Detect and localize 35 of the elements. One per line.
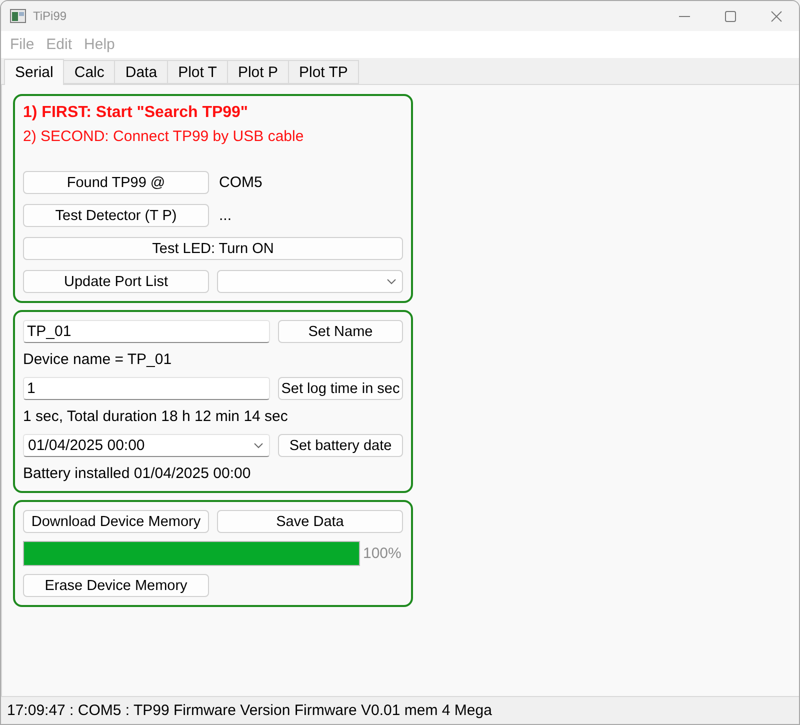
instruction-text: 2) SECOND: Connect TP99 by USB cable bbox=[23, 128, 305, 146]
date-field[interactable]: 01/04/2025 00:00 bbox=[23, 434, 270, 457]
input-field[interactable]: 1 bbox=[23, 377, 270, 400]
tab[interactable]: Plot T bbox=[167, 60, 228, 84]
app-icon bbox=[10, 9, 26, 23]
info-text: Battery installed 01/04/2025 00:00 bbox=[23, 465, 252, 483]
tab[interactable]: Plot TP bbox=[288, 60, 359, 84]
action-button[interactable]: Save Data bbox=[217, 510, 403, 533]
input-field[interactable]: TP_01 bbox=[23, 320, 270, 343]
maximize-icon bbox=[724, 10, 736, 22]
tab[interactable]: Data bbox=[114, 60, 168, 84]
port-select[interactable] bbox=[217, 270, 403, 293]
tab[interactable]: Calc bbox=[63, 60, 116, 84]
action-button[interactable]: Test Detector (T P) bbox=[23, 204, 209, 227]
action-button[interactable]: Test LED: Turn ON bbox=[23, 237, 403, 260]
action-button[interactable]: Set battery date bbox=[278, 434, 403, 457]
progress-reading: 100% bbox=[363, 545, 402, 562]
tab[interactable]: Plot P bbox=[226, 60, 289, 84]
status-text: 17:09:47 : COM5 : TP99 Firmware Version Firmware V0.01 mem 4 Mega bbox=[7, 702, 492, 719]
info-text: Device name = TP_01 bbox=[23, 351, 173, 369]
close-icon bbox=[770, 10, 782, 22]
action-button[interactable]: Download Device Memory bbox=[23, 510, 209, 533]
action-button[interactable]: Found TP99 @ bbox=[23, 171, 209, 194]
status-label: COM5 bbox=[219, 174, 262, 191]
chevron-down-icon bbox=[254, 442, 263, 448]
action-button[interactable]: Set Name bbox=[278, 320, 403, 343]
status-label: ... bbox=[219, 207, 232, 224]
instruction-text: 1) FIRST: Start "Search TP99" bbox=[23, 104, 250, 122]
tab[interactable]: Serial bbox=[4, 59, 64, 85]
action-button[interactable]: Update Port List bbox=[23, 270, 209, 293]
window-title: TiPi99 bbox=[33, 9, 67, 23]
action-button[interactable]: Set log time in sec bbox=[278, 377, 403, 400]
erase-button[interactable]: Erase Device Memory bbox=[23, 574, 209, 597]
chevron-down-icon bbox=[387, 278, 396, 284]
info-text: 1 sec, Total duration 18 h 12 min 14 sec bbox=[23, 408, 289, 426]
